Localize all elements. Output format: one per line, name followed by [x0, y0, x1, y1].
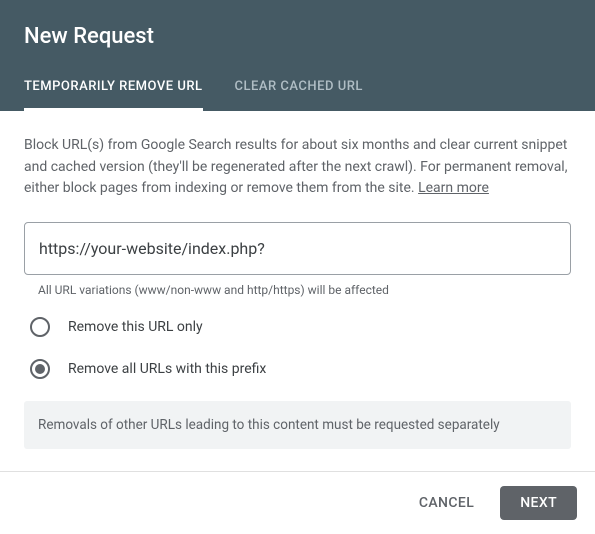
dialog-title: New Request: [24, 24, 571, 49]
cancel-button[interactable]: CANCEL: [403, 486, 490, 520]
radio-label: Remove all URLs with this prefix: [68, 361, 266, 377]
radio-remove-url-only[interactable]: Remove this URL only: [24, 317, 571, 337]
next-button[interactable]: NEXT: [500, 486, 577, 520]
radio-remove-prefix[interactable]: Remove all URLs with this prefix: [24, 359, 571, 379]
radio-inner-dot-icon: [35, 364, 45, 374]
url-input[interactable]: [24, 222, 571, 275]
tab-clear-cached[interactable]: CLEAR CACHED URL: [235, 79, 363, 111]
tab-temporarily-remove[interactable]: TEMPORARILY REMOVE URL: [24, 79, 203, 111]
radio-label: Remove this URL only: [68, 319, 203, 335]
dialog-content: Block URL(s) from Google Search results …: [0, 111, 595, 473]
description-text: Block URL(s) from Google Search results …: [24, 135, 571, 200]
dialog-header: New Request TEMPORARILY REMOVE URL CLEAR…: [0, 0, 595, 111]
learn-more-link[interactable]: Learn more: [418, 180, 489, 196]
radio-icon: [30, 359, 50, 379]
info-banner: Removals of other URLs leading to this c…: [24, 401, 571, 449]
tabs-bar: TEMPORARILY REMOVE URL CLEAR CACHED URL: [24, 79, 571, 111]
url-helper-text: All URL variations (www/non-www and http…: [24, 283, 571, 297]
dialog-footer: CANCEL NEXT: [0, 471, 595, 534]
radio-icon: [30, 317, 50, 337]
